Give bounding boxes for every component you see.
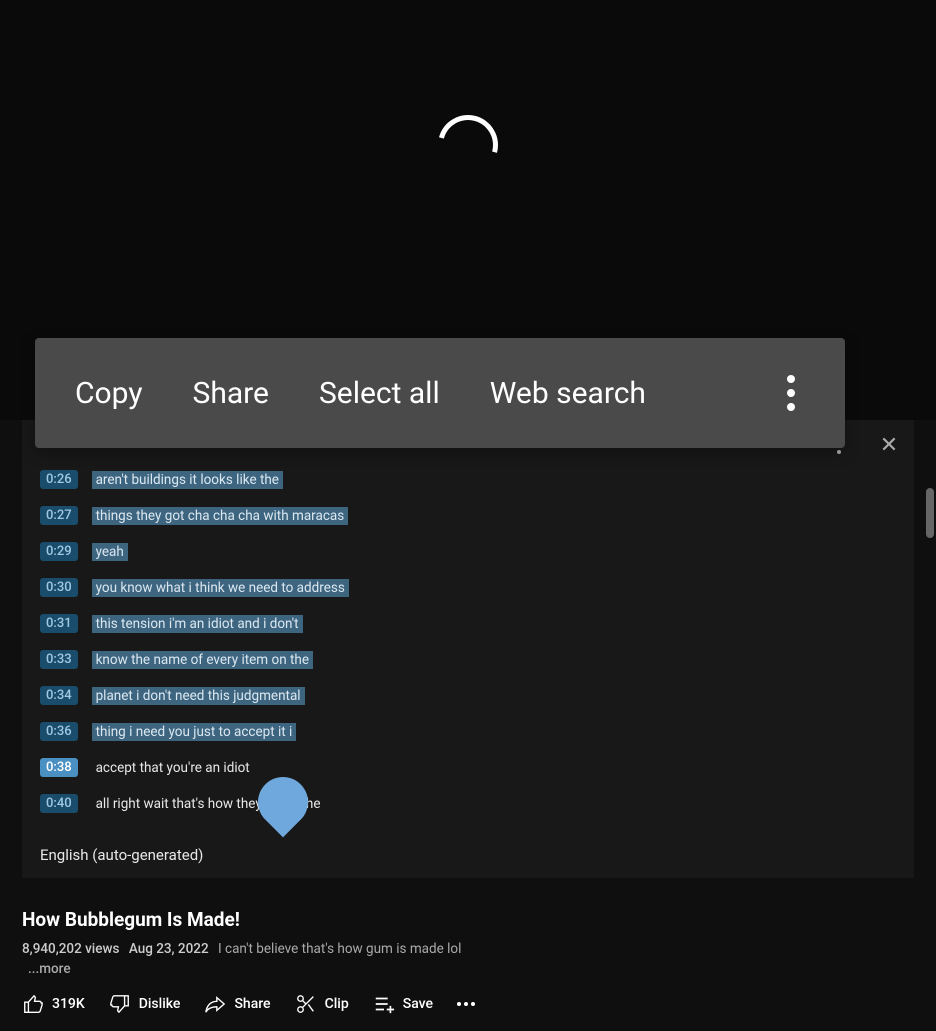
transcript-row[interactable]: 0:30 you know what i think we need to add… (40, 578, 896, 597)
transcript-timestamp[interactable]: 0:34 (40, 686, 78, 705)
share-icon (204, 993, 226, 1015)
video-description-snippet: I can't believe that's how gum is made l… (218, 941, 461, 957)
dislike-label: Dislike (139, 996, 181, 1012)
select-all-button[interactable]: Select all (319, 376, 440, 411)
scrollbar-thumb[interactable] (926, 488, 934, 538)
transcript-timestamp[interactable]: 0:26 (40, 470, 78, 489)
transcript-text[interactable]: yeah (92, 543, 128, 561)
transcript-text[interactable]: aren't buildings it looks like the (92, 471, 283, 489)
save-label: Save (403, 996, 433, 1012)
text-selection-handle-icon[interactable] (248, 767, 319, 838)
like-button[interactable]: 319K (22, 993, 85, 1015)
share-label: Share (234, 996, 270, 1012)
transcript-row[interactable]: 0:36 thing i need you just to accept it i (40, 722, 896, 741)
video-metadata: 8,940,202 views Aug 23, 2022 I can't bel… (22, 941, 914, 957)
transcript-text[interactable]: you know what i think we need to address (92, 579, 349, 597)
transcript-row[interactable]: 0:40all right wait that's how they make … (40, 794, 896, 813)
transcript-text[interactable]: know the name of every item on the (92, 651, 313, 669)
transcript-timestamp[interactable]: 0:30 (40, 578, 78, 597)
save-button[interactable]: Save (373, 993, 433, 1015)
thumbs-up-icon (22, 993, 44, 1015)
scissors-icon (295, 993, 317, 1015)
context-menu-more-icon[interactable] (777, 365, 805, 421)
loading-spinner-icon (427, 104, 509, 186)
transcript-text[interactable]: thing i need you just to accept it i (92, 723, 297, 741)
transcript-timestamp[interactable]: 0:27 (40, 506, 78, 525)
transcript-row[interactable]: 0:38 accept that you're an idiot (40, 758, 896, 777)
transcript-timestamp[interactable]: 0:40 (40, 794, 78, 813)
text-selection-context-menu: Copy Share Select all Web search (35, 338, 845, 448)
transcript-list[interactable]: 0:26aren't buildings it looks like the0:… (22, 450, 914, 838)
transcript-language-selector[interactable]: English (auto-generated) (22, 838, 914, 878)
transcript-timestamp[interactable]: 0:33 (40, 650, 78, 669)
thumbs-down-icon (109, 993, 131, 1015)
share-button[interactable]: Share (204, 993, 270, 1015)
video-info-section: How Bubblegum Is Made! 8,940,202 views A… (0, 878, 936, 977)
view-count: 8,940,202 views (22, 941, 119, 957)
transcript-row[interactable]: 0:26 aren't buildings it looks like the (40, 470, 896, 489)
playlist-add-icon (373, 993, 395, 1015)
dislike-button[interactable]: Dislike (109, 993, 181, 1015)
transcript-text[interactable]: this tension i'm an idiot and i don't (92, 615, 303, 633)
transcript-row[interactable]: 0:33 know the name of every item on the (40, 650, 896, 669)
transcript-text[interactable]: accept that you're an idiot (92, 759, 254, 777)
more-actions-button[interactable] (457, 1002, 475, 1006)
transcript-text[interactable]: things they got cha cha cha with maracas (92, 507, 349, 525)
like-count: 319K (52, 996, 85, 1012)
show-more-button[interactable]: ...more (28, 961, 914, 977)
transcript-row[interactable]: 0:27 things they got cha cha cha with mar… (40, 506, 896, 525)
web-search-button[interactable]: Web search (490, 376, 646, 411)
copy-button[interactable]: Copy (75, 376, 143, 411)
transcript-timestamp[interactable]: 0:31 (40, 614, 78, 633)
transcript-timestamp[interactable]: 0:38 (40, 758, 78, 777)
clip-button[interactable]: Clip (295, 993, 349, 1015)
transcript-text[interactable]: planet i don't need this judgmental (92, 687, 305, 705)
transcript-row[interactable]: 0:29 yeah (40, 542, 896, 561)
share-button[interactable]: Share (193, 376, 269, 411)
transcript-row[interactable]: 0:31 this tension i'm an idiot and i don'… (40, 614, 896, 633)
clip-label: Clip (325, 996, 349, 1012)
transcript-row[interactable]: 0:34 planet i don't need this judgmental (40, 686, 896, 705)
video-title: How Bubblegum Is Made! (22, 908, 914, 931)
transcript-timestamp[interactable]: 0:36 (40, 722, 78, 741)
transcript-panel: ✕ 0:26aren't buildings it looks like the… (22, 420, 914, 878)
transcript-timestamp[interactable]: 0:29 (40, 542, 78, 561)
action-bar: 319K Dislike Share Clip Save (0, 977, 936, 1031)
upload-date: Aug 23, 2022 (129, 941, 209, 957)
